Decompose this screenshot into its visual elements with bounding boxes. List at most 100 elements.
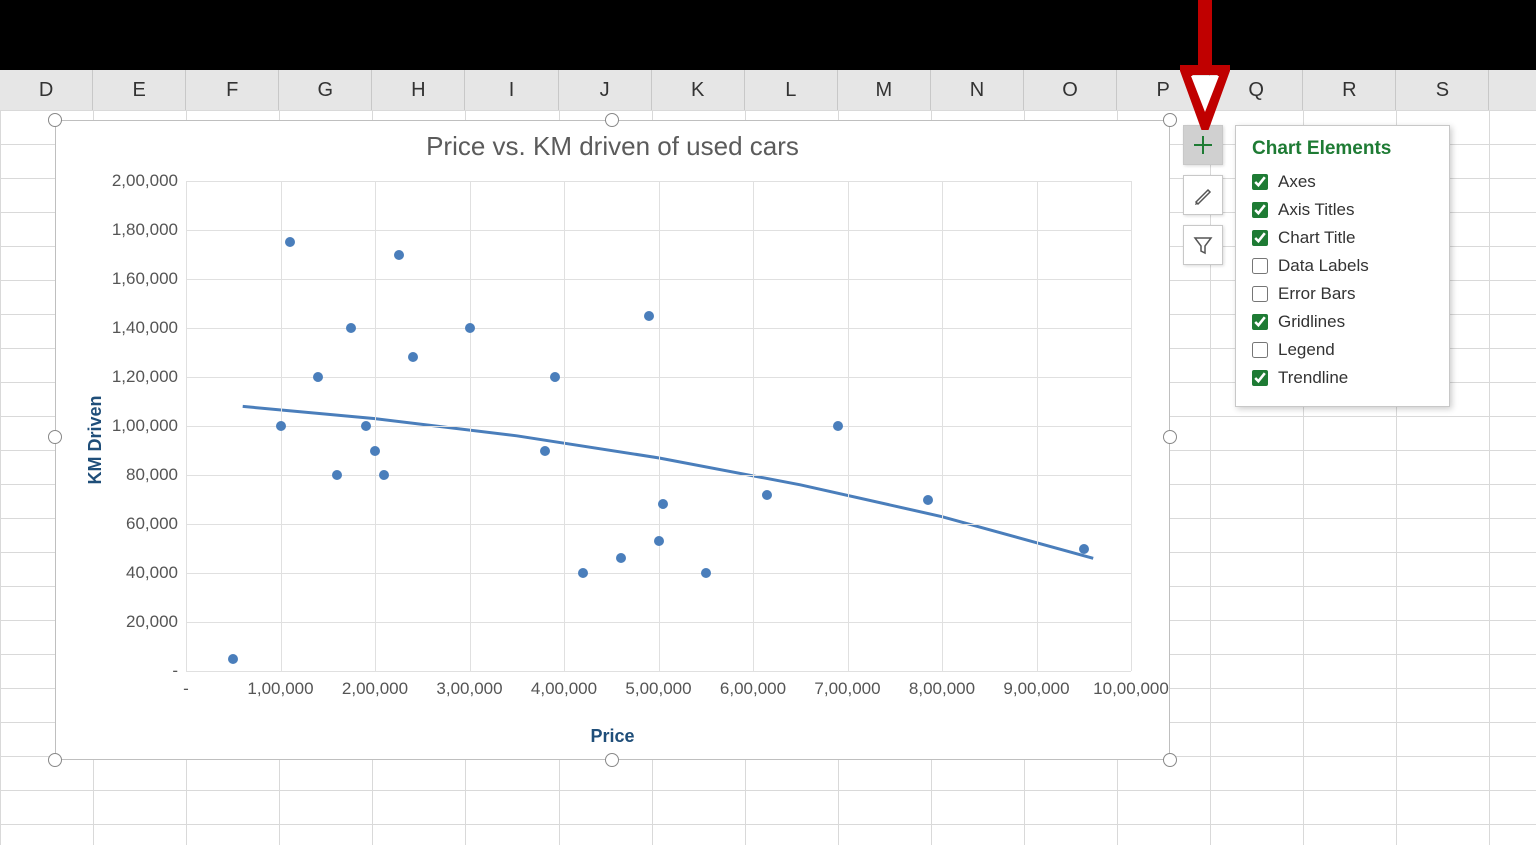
chart-container[interactable]: Price vs. KM driven of used cars KM Driv…	[55, 120, 1170, 760]
chart-element-option-axes[interactable]: Axes	[1252, 168, 1433, 196]
column-header-G[interactable]: G	[279, 70, 372, 110]
data-point[interactable]	[332, 470, 342, 480]
y-tick-label: 1,20,000	[112, 367, 186, 387]
chart-selection-handle[interactable]	[1163, 430, 1177, 444]
chart-element-option-chart-title[interactable]: Chart Title	[1252, 224, 1433, 252]
y-tick-label: 80,000	[126, 465, 186, 485]
column-header-N[interactable]: N	[931, 70, 1024, 110]
checkbox[interactable]	[1252, 286, 1268, 302]
checkbox[interactable]	[1252, 342, 1268, 358]
column-header-E[interactable]: E	[93, 70, 186, 110]
column-header-L[interactable]: L	[745, 70, 838, 110]
y-tick-label: 60,000	[126, 514, 186, 534]
chart-selection-handle[interactable]	[605, 753, 619, 767]
chart-elements-button[interactable]	[1183, 125, 1223, 165]
chart-element-option-gridlines[interactable]: Gridlines	[1252, 308, 1433, 336]
data-point[interactable]	[540, 446, 550, 456]
plus-icon	[1192, 134, 1214, 156]
data-point[interactable]	[313, 372, 323, 382]
chart-element-option-data-labels[interactable]: Data Labels	[1252, 252, 1433, 280]
data-point[interactable]	[644, 311, 654, 321]
x-tick-label: 7,00,000	[814, 671, 880, 699]
data-point[interactable]	[465, 323, 475, 333]
column-header-K[interactable]: K	[652, 70, 745, 110]
column-header-F[interactable]: F	[186, 70, 279, 110]
chart-element-option-error-bars[interactable]: Error Bars	[1252, 280, 1433, 308]
data-point[interactable]	[346, 323, 356, 333]
option-label: Axes	[1278, 172, 1316, 192]
x-tick-label: 9,00,000	[1003, 671, 1069, 699]
checkbox[interactable]	[1252, 314, 1268, 330]
option-label: Chart Title	[1278, 228, 1355, 248]
option-label: Data Labels	[1278, 256, 1369, 276]
y-tick-label: 20,000	[126, 612, 186, 632]
data-point[interactable]	[654, 536, 664, 546]
x-axis-title[interactable]: Price	[56, 726, 1169, 747]
checkbox[interactable]	[1252, 174, 1268, 190]
plot-area[interactable]: -20,00040,00060,00080,0001,00,0001,20,00…	[186, 181, 1131, 671]
checkbox[interactable]	[1252, 202, 1268, 218]
chart-styles-button[interactable]	[1183, 175, 1223, 215]
x-tick-label: 4,00,000	[531, 671, 597, 699]
column-header-D[interactable]: D	[0, 70, 93, 110]
data-point[interactable]	[701, 568, 711, 578]
data-point[interactable]	[833, 421, 843, 431]
chart-selection-handle[interactable]	[605, 113, 619, 127]
data-point[interactable]	[762, 490, 772, 500]
chart-elements-flyout: Chart Elements AxesAxis TitlesChart Titl…	[1235, 125, 1450, 407]
option-label: Error Bars	[1278, 284, 1355, 304]
chart-element-option-legend[interactable]: Legend	[1252, 336, 1433, 364]
data-point[interactable]	[228, 654, 238, 664]
column-header-I[interactable]: I	[465, 70, 558, 110]
column-header-R[interactable]: R	[1303, 70, 1396, 110]
x-tick-label: 3,00,000	[436, 671, 502, 699]
x-tick-label: 2,00,000	[342, 671, 408, 699]
x-tick-label: 8,00,000	[909, 671, 975, 699]
chart-selection-handle[interactable]	[48, 113, 62, 127]
column-header-H[interactable]: H	[372, 70, 465, 110]
data-point[interactable]	[1079, 544, 1089, 554]
data-point[interactable]	[408, 352, 418, 362]
option-label: Legend	[1278, 340, 1335, 360]
y-tick-label: 1,40,000	[112, 318, 186, 338]
data-point[interactable]	[550, 372, 560, 382]
chart-element-option-axis-titles[interactable]: Axis Titles	[1252, 196, 1433, 224]
data-point[interactable]	[361, 421, 371, 431]
column-header-S[interactable]: S	[1396, 70, 1489, 110]
data-point[interactable]	[370, 446, 380, 456]
data-point[interactable]	[616, 553, 626, 563]
chart-selection-handle[interactable]	[1163, 753, 1177, 767]
data-point[interactable]	[379, 470, 389, 480]
y-axis-title[interactable]: KM Driven	[85, 395, 106, 484]
x-tick-label: 5,00,000	[625, 671, 691, 699]
data-point[interactable]	[394, 250, 404, 260]
y-tick-label: 1,80,000	[112, 220, 186, 240]
chart-element-option-trendline[interactable]: Trendline	[1252, 364, 1433, 392]
x-tick-label: -	[183, 671, 189, 699]
data-point[interactable]	[658, 499, 668, 509]
column-header-O[interactable]: O	[1024, 70, 1117, 110]
x-tick-label: 1,00,000	[247, 671, 313, 699]
data-point[interactable]	[276, 421, 286, 431]
checkbox[interactable]	[1252, 258, 1268, 274]
chart-title[interactable]: Price vs. KM driven of used cars	[56, 131, 1169, 162]
y-tick-label: 1,60,000	[112, 269, 186, 289]
x-tick-label: 6,00,000	[720, 671, 786, 699]
checkbox[interactable]	[1252, 230, 1268, 246]
chart-selection-handle[interactable]	[48, 753, 62, 767]
chart-selection-handle[interactable]	[1163, 113, 1177, 127]
column-header-J[interactable]: J	[559, 70, 652, 110]
chart-selection-handle[interactable]	[48, 430, 62, 444]
checkbox[interactable]	[1252, 370, 1268, 386]
chart-filters-button[interactable]	[1183, 225, 1223, 265]
annotation-arrow	[1180, 0, 1230, 130]
data-point[interactable]	[578, 568, 588, 578]
column-header-row: DEFGHIJKLMNOPQRS	[0, 70, 1536, 111]
data-point[interactable]	[285, 237, 295, 247]
data-point[interactable]	[923, 495, 933, 505]
top-black-bar	[0, 0, 1536, 70]
option-label: Trendline	[1278, 368, 1348, 388]
column-header-M[interactable]: M	[838, 70, 931, 110]
y-tick-label: 1,00,000	[112, 416, 186, 436]
option-label: Axis Titles	[1278, 200, 1355, 220]
